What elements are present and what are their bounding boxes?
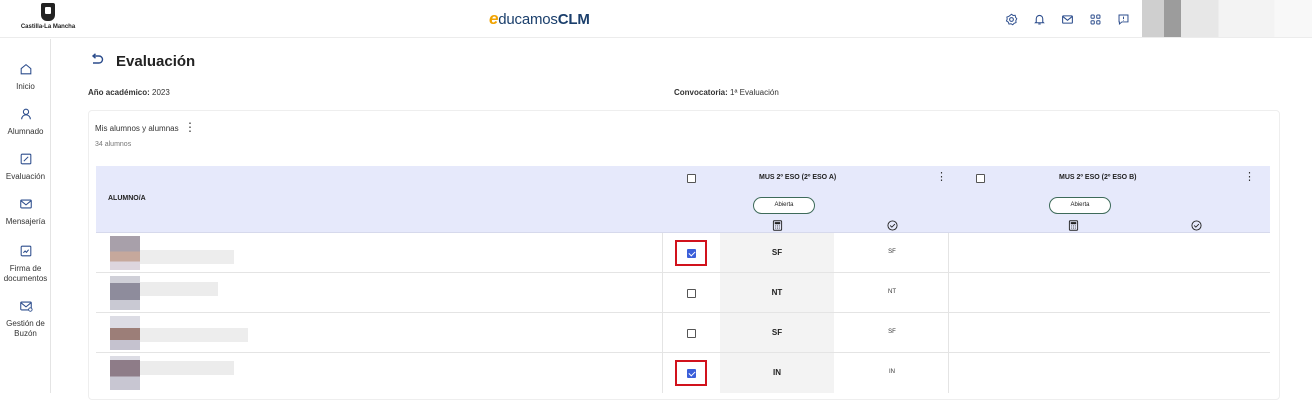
grade-value[interactable]: IN [720, 368, 834, 377]
student-name-tail [140, 282, 218, 296]
academic-year: Año académico: 2023 [88, 88, 170, 97]
sidebar: Inicio Alumnado Evaluación Mensajería Fi… [0, 39, 51, 393]
top-bar: Castilla-La Mancha educamosCLM [0, 0, 1312, 38]
status-badge-b[interactable]: Abierta [1049, 197, 1111, 214]
grade-secondary: SF [888, 329, 896, 335]
course-a-menu-icon[interactable]: ⋮ [936, 172, 947, 183]
mail-icon[interactable] [1059, 11, 1076, 27]
student-count: 34 alumnos [95, 141, 132, 148]
crest-icon [41, 3, 55, 21]
jccm-logo[interactable]: Castilla-La Mancha [20, 3, 76, 30]
student-name [110, 236, 140, 270]
calculator-icon[interactable] [1068, 220, 1079, 231]
grade-value[interactable]: SF [720, 328, 834, 337]
grade-secondary: NT [888, 289, 896, 295]
logo-text: Castilla-La Mancha [20, 24, 76, 30]
course-b-menu-icon[interactable]: ⋮ [1244, 172, 1255, 183]
sidebar-item-alumnado[interactable]: Alumnado [0, 107, 51, 137]
mailbox-icon [19, 301, 33, 312]
sidebar-item-label: Inicio [16, 82, 35, 91]
apps-icon[interactable] [1087, 11, 1104, 27]
top-icons [1003, 11, 1132, 27]
edit-icon [20, 153, 31, 165]
sidebar-item-label: Mensajería [5, 217, 46, 226]
column-divider [948, 233, 949, 393]
student-name [110, 276, 140, 310]
group-title: Mis alumnos y alumnas [95, 124, 179, 133]
sidebar-item-buzon[interactable]: Gestión de Buzón [0, 299, 51, 339]
row-checkbox[interactable] [687, 369, 696, 378]
row-checkbox[interactable] [687, 249, 696, 258]
course-header-b: MUS 2º ESO (2º ESO B) [1059, 174, 1137, 181]
group-menu-icon[interactable]: ⋮ [184, 121, 196, 133]
bell-icon[interactable] [1031, 11, 1048, 27]
home-icon [20, 63, 31, 75]
select-all-checkbox-a[interactable] [687, 174, 696, 183]
convocatoria: Convocatoria: 1ª Evaluación [674, 88, 779, 97]
student-name [110, 356, 140, 390]
student-name-tail [140, 328, 248, 342]
sidebar-item-label: Alumnado [7, 127, 44, 136]
mail-icon [19, 199, 32, 209]
student-name-tail [140, 361, 234, 375]
grade-secondary: IN [889, 369, 895, 375]
row-checkbox[interactable] [687, 289, 696, 298]
table-row [96, 273, 1270, 313]
column-divider [662, 233, 663, 393]
sidebar-item-label: Gestión de Buzón [6, 319, 45, 338]
grade-value[interactable]: NT [720, 288, 834, 297]
table-row [96, 313, 1270, 353]
sidebar-item-mensajeria[interactable]: Mensajería [0, 197, 51, 227]
sidebar-item-label: Firma de documentos [3, 264, 48, 283]
sidebar-item-firma[interactable]: Firma de documentos [0, 244, 51, 284]
sidebar-item-label: Evaluación [5, 172, 46, 181]
user-icon [20, 108, 31, 120]
student-name-tail [140, 250, 234, 264]
check-circle-icon[interactable] [1191, 220, 1202, 231]
check-circle-icon[interactable] [887, 220, 898, 231]
course-header-a: MUS 2º ESO (2º ESO A) [759, 174, 837, 181]
sign-icon [20, 245, 31, 257]
brand-logo: educamosCLM [489, 9, 590, 28]
grade-secondary: SF [888, 249, 896, 255]
back-icon[interactable] [89, 52, 105, 68]
student-column-header: ALUMNO/A [108, 195, 146, 202]
page-title: Evaluación [116, 53, 196, 70]
grade-value[interactable]: SF [720, 248, 834, 257]
sidebar-item-inicio[interactable]: Inicio [0, 62, 51, 92]
select-all-checkbox-b[interactable] [976, 174, 985, 183]
row-checkbox[interactable] [687, 329, 696, 338]
user-avatar[interactable] [1142, 0, 1312, 37]
feedback-icon[interactable] [1115, 11, 1132, 27]
sidebar-item-evaluacion[interactable]: Evaluación [0, 152, 51, 182]
status-badge-a[interactable]: Abierta [753, 197, 815, 214]
calculator-icon[interactable] [772, 220, 783, 231]
student-name [110, 316, 140, 350]
settings-icon[interactable] [1003, 11, 1020, 27]
